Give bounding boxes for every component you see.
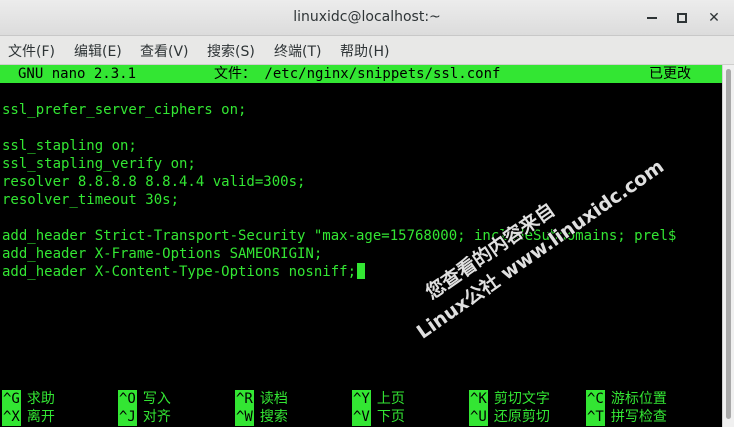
minimize-button[interactable] (640, 6, 664, 30)
text-cursor (357, 263, 366, 279)
code-line: ssl_stapling on; (2, 138, 137, 154)
shortcut-exit[interactable]: ^X 离开 (2, 408, 55, 426)
shortcut-label: 上页 (376, 391, 405, 407)
window-title: linuxidc@localhost:~ (293, 9, 441, 25)
title-bar[interactable]: linuxidc@localhost:~ ✕ (0, 0, 734, 36)
shortcut-label: 还原剪切 (493, 409, 550, 425)
shortcut-cursor-pos[interactable]: ^C 游标位置 (586, 390, 667, 408)
code-line: resolver 8.8.8.8 8.8.4.4 valid=300s; (2, 174, 306, 190)
code-line: ssl_prefer_server_ciphers on; (2, 102, 247, 118)
shortcut-label: 搜索 (259, 409, 288, 425)
terminal-window: linuxidc@localhost:~ ✕ 文件(F) 编辑(E) 查看(V)… (0, 0, 734, 427)
shortcut-label: 对齐 (142, 409, 171, 425)
shortcut-key: ^G (2, 390, 21, 408)
menu-terminal[interactable]: 终端(T) (274, 41, 321, 61)
nano-version: GNU nano 2.3.1 (18, 66, 137, 82)
shortcut-label: 拼写检查 (610, 409, 667, 425)
shortcut-label: 下页 (376, 409, 405, 425)
shortcut-cut-text[interactable]: ^K 剪切文字 (469, 390, 550, 408)
shortcut-key: ^Y (352, 390, 371, 408)
shortcut-prev-page[interactable]: ^Y 上页 (352, 390, 405, 408)
menu-view[interactable]: 查看(V) (140, 41, 189, 61)
shortcut-spell-check[interactable]: ^T 拼写检查 (586, 408, 667, 426)
shortcut-label: 剪切文字 (493, 391, 550, 407)
maximize-icon (677, 13, 687, 23)
shortcut-help[interactable]: ^G 求助 (2, 390, 55, 408)
code-line: ssl_stapling_verify on; (2, 156, 196, 172)
shortcut-where-is[interactable]: ^W 搜索 (235, 408, 288, 426)
code-line-text: add_header X-Content-Type-Options nosnif… (2, 264, 357, 280)
terminal-scrollbar[interactable] (722, 65, 734, 427)
shortcut-justify[interactable]: ^J 对齐 (118, 408, 171, 426)
shortcut-label: 读档 (259, 391, 288, 407)
shortcut-next-page[interactable]: ^V 下页 (352, 408, 405, 426)
menu-search[interactable]: 搜索(S) (207, 41, 255, 61)
menu-file[interactable]: 文件(F) (8, 41, 55, 61)
shortcut-key: ^W (235, 408, 254, 426)
maximize-button[interactable] (670, 6, 694, 30)
shortcut-label: 游标位置 (610, 391, 667, 407)
menu-bar: 文件(F) 编辑(E) 查看(V) 搜索(S) 终端(T) 帮助(H) (0, 36, 734, 65)
nano-modified-status: 已更改 (649, 66, 691, 82)
scrollbar-thumb[interactable] (726, 69, 731, 419)
code-line: add_header Strict-Transport-Security "ma… (2, 228, 677, 244)
menu-help[interactable]: 帮助(H) (340, 41, 389, 61)
shortcut-key: ^U (469, 408, 488, 426)
shortcut-key: ^X (2, 408, 21, 426)
shortcut-label: 离开 (26, 409, 55, 425)
shortcut-key: ^R (235, 390, 254, 408)
nano-file-name: 文件： /etc/nginx/snippets/ssl.conf (214, 66, 501, 82)
shortcut-label: 求助 (26, 391, 55, 407)
shortcut-write-out[interactable]: ^O 写入 (118, 390, 171, 408)
shortcut-label: 写入 (142, 391, 171, 407)
code-line-with-cursor: add_header X-Content-Type-Options nosnif… (2, 263, 366, 281)
code-line: resolver_timeout 30s; (2, 192, 180, 208)
nano-header-bar: GNU nano 2.3.1 文件： /etc/nginx/snippets/s… (0, 65, 722, 83)
close-icon: ✕ (708, 10, 720, 26)
shortcut-key: ^O (118, 390, 137, 408)
shortcut-key: ^V (352, 408, 371, 426)
menu-edit[interactable]: 编辑(E) (74, 41, 122, 61)
shortcut-key: ^J (118, 408, 137, 426)
shortcut-key: ^T (586, 408, 605, 426)
code-line: add_header X-Frame-Options SAMEORIGIN; (2, 246, 323, 262)
minimize-icon (647, 17, 657, 19)
close-button[interactable]: ✕ (702, 6, 726, 30)
shortcut-read-file[interactable]: ^R 读档 (235, 390, 288, 408)
shortcut-key: ^C (586, 390, 605, 408)
shortcut-uncut[interactable]: ^U 还原剪切 (469, 408, 550, 426)
editor-buffer[interactable]: ssl_prefer_server_ciphers on; ssl_stapli… (2, 101, 720, 317)
shortcut-key: ^K (469, 390, 488, 408)
terminal-area[interactable]: GNU nano 2.3.1 文件： /etc/nginx/snippets/s… (0, 65, 722, 427)
